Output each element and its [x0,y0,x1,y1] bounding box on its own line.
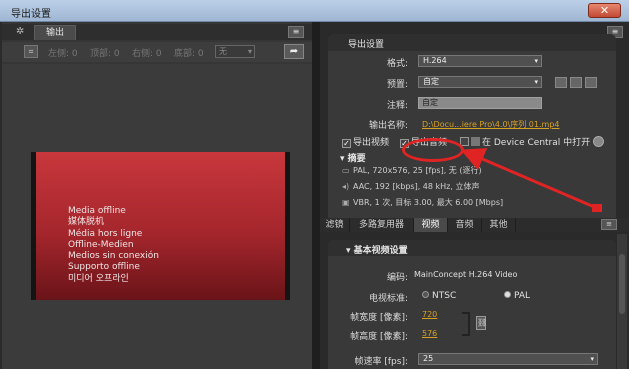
frame-rate-dropdown[interactable]: 25 ▾ [418,353,598,365]
output-name-label: 输出名称: [368,121,408,131]
device-central-icon [471,137,480,146]
basic-video-settings-panel: ▾ 基本视频设置 编码: MainConcept H.264 Video 电视标… [328,240,616,369]
info-round-button[interactable] [593,136,604,147]
tab-multiplexer[interactable]: 多路复用器 [350,218,414,232]
media-offline-frame: Media offline 媒体脱机 Média hors ligne Offl… [36,152,285,300]
summary-audio: ◂) AAC, 192 [kbps], 48 kHz, 立体声 [342,182,480,191]
frame-rate-label: 帧速率 [fps]: [354,357,409,367]
crop-toolbar: ⌗ 左侧: 0 顶部: 0 右侧: 0 底部: 0 无 ▾ ➦ [2,42,312,62]
bitrate-icon: ▣ [342,198,350,207]
crop-ratio-select[interactable]: 无 ▾ [215,45,255,58]
crop-top[interactable]: 顶部: 0 [90,46,120,59]
notes-label: 注释: [386,101,408,111]
tab-other[interactable]: 其他 [482,218,516,232]
frame-height-label: 帧高度 [像素]: [350,332,408,342]
summary-bitrate: ▣ VBR, 1 次, 目标 3.00, 最大 6.00 [Mbps] [342,198,504,207]
link-chain-icon[interactable]: ⛓ [476,316,487,330]
close-button[interactable]: ✕ [588,3,621,18]
preview-tab-row: ✲ 输出 ≡ [2,24,312,40]
media-offline-text: Media offline 媒体脱机 Média hors ligne Offl… [68,206,159,284]
tab-audio[interactable]: 音频 [448,218,482,232]
notes-field[interactable]: 自定 [418,97,542,109]
preset-dropdown[interactable]: 自定 ▾ [418,76,542,88]
save-preset-icon[interactable] [555,77,567,88]
basic-video-title: ▾ 基本视频设置 [346,246,408,256]
video-frame: Media offline 媒体脱机 Média hors ligne Offl… [31,152,290,300]
crop-right[interactable]: 右侧: 0 [132,46,162,59]
crop-bottom[interactable]: 底部: 0 [174,46,204,59]
preset-label: 预置: [386,80,408,90]
import-preset-icon[interactable] [570,77,582,88]
window-title: 导出设置 [11,9,51,20]
export-settings-title: 导出设置 [348,40,385,50]
output-name-link[interactable]: D:\Docu...iere Pro\4.0\序列 01.mp4 [422,119,559,130]
panel-menu-icon[interactable]: ≡ [288,26,304,38]
tv-standard-label: 电视标准: [368,294,408,304]
basic-video-header[interactable]: ▾ 基本视频设置 [328,240,616,256]
codec-value: MainConcept H.264 Video [414,270,518,279]
summary-video: ▭ PAL, 720x576, 25 [fps], 无 (逐行) [342,166,482,175]
pal-radio[interactable]: PAL [504,291,530,301]
export-settings-header: 导出设置 [328,34,616,51]
frame-height-value[interactable]: 576 [422,329,437,338]
export-arrow-icon[interactable]: ➦ [284,44,304,59]
settings-scrollbar[interactable] [617,234,627,369]
frame-width-label: 帧宽度 [像素]: [350,313,408,323]
window-titlebar: 导出设置 ✕ [0,0,629,22]
source-tab-icon[interactable]: ✲ [16,26,28,38]
settings-tabs: 滤镜 多路复用器 视频 音频 其他 ≡ [320,218,629,232]
crop-left[interactable]: 左侧: 0 [48,46,78,59]
tab-video[interactable]: 视频 [414,218,448,232]
crop-icon[interactable]: ⌗ [24,45,38,58]
summary-header[interactable]: ▾ 摘要 [340,151,366,164]
format-label: 格式: [386,59,408,69]
tab-output[interactable]: 输出 [34,25,76,40]
codec-label: 编码: [386,273,408,283]
scroll-thumb[interactable] [619,254,625,314]
aspect-link-bracket [462,312,470,336]
export-settings-panel: 导出设置 格式: H.264 ▾ 预置: 自定 ▾ 注释: 自定 输出名称: D:\… [328,34,616,230]
export-video-checkbox[interactable]: ✓ 导出视频 [342,135,389,148]
audio-icon: ◂) [342,182,350,191]
settings-column: ≡ 导出设置 格式: H.264 ▾ 预置: 自定 ▾ 注释: 自定 输出名称: D… [320,22,629,369]
delete-preset-icon[interactable] [585,77,597,88]
tabs-menu-icon[interactable]: ≡ [601,219,617,230]
frame-width-value[interactable]: 720 [422,310,437,319]
ntsc-radio[interactable]: NTSC [422,291,456,301]
output-preview-panel: ✲ 输出 ≡ ⌗ 左侧: 0 顶部: 0 右侧: 0 底部: 0 无 ▾ ➦ Me… [2,22,312,369]
tab-filters[interactable]: 滤镜 [320,218,350,232]
device-central-checkbox[interactable]: 在 Device Central 中打开 [460,135,590,148]
video-icon: ▭ [342,166,350,175]
export-audio-highlight [402,138,464,162]
format-dropdown[interactable]: H.264 ▾ [418,55,542,67]
